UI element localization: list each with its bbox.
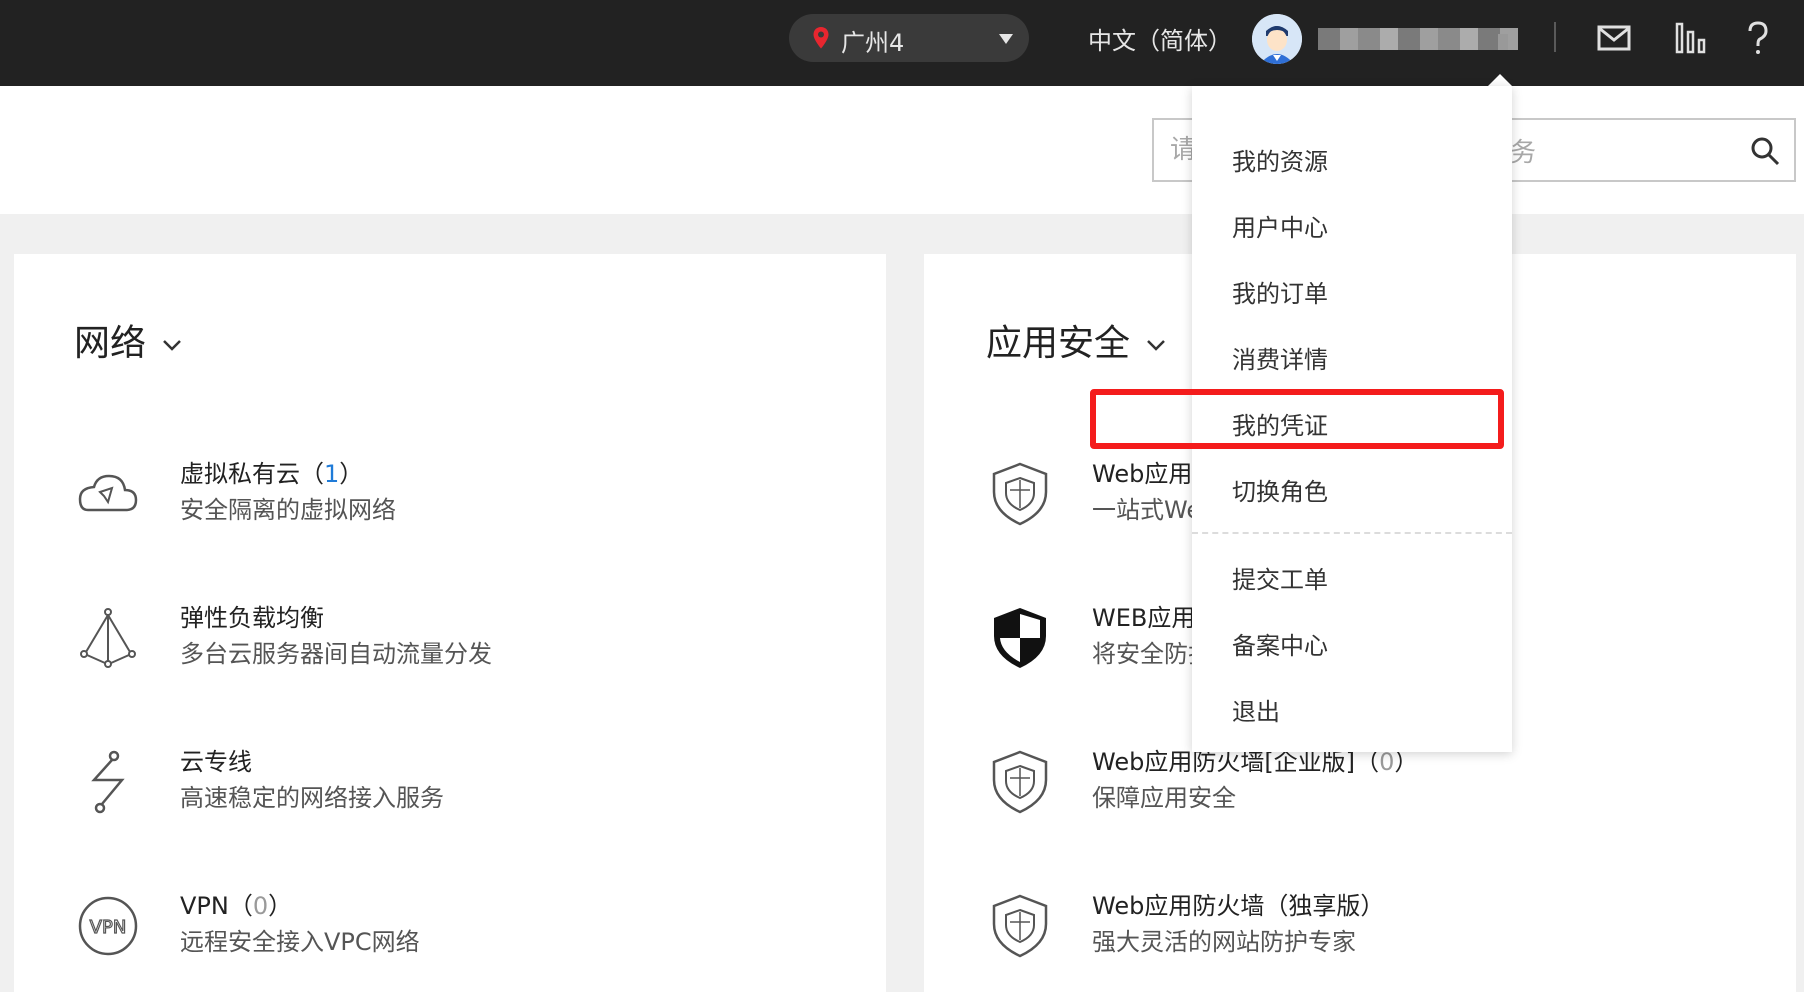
service-desc: 保障应用安全 bbox=[1092, 784, 1236, 812]
shield-icon bbox=[992, 462, 1048, 526]
panel-title-app-security[interactable]: 应用安全 bbox=[986, 314, 1168, 366]
menu-item-logout[interactable]: 退出 bbox=[1232, 692, 1280, 727]
menu-item-icp-filing[interactable]: 备案中心 bbox=[1232, 626, 1328, 661]
service-count: 0 bbox=[252, 892, 269, 920]
search-icon[interactable] bbox=[1750, 136, 1780, 166]
avatar[interactable] bbox=[1252, 14, 1302, 64]
chevron-down-icon bbox=[163, 340, 181, 351]
username-redacted[interactable] bbox=[1318, 28, 1518, 50]
service-name: VPN bbox=[180, 892, 229, 920]
panel-title-network[interactable]: 网络 bbox=[74, 314, 184, 366]
menu-item-user-center[interactable]: 用户中心 bbox=[1232, 208, 1328, 243]
topbar-divider bbox=[1554, 22, 1556, 52]
service-name: 虚拟私有云 bbox=[180, 460, 300, 488]
search-placeholder-tail: 务 bbox=[1510, 138, 1537, 168]
shield-filled-icon bbox=[994, 608, 1046, 668]
service-count: 0 bbox=[1379, 748, 1395, 776]
service-direct-connect[interactable]: 云专线 高速稳定的网络接入服务 bbox=[74, 742, 594, 832]
service-desc: 远程安全接入VPC网络 bbox=[180, 928, 420, 956]
svg-text:VPN: VPN bbox=[90, 917, 127, 938]
service-waf-enterprise[interactable]: Web应用防火墙[企业版]（0） 保障应用安全 bbox=[986, 742, 1786, 832]
direct-connect-icon bbox=[91, 750, 125, 814]
shield-icon bbox=[992, 894, 1048, 958]
service-name: Web应用防火墙[企业版] bbox=[1092, 748, 1356, 776]
shield-icon bbox=[992, 750, 1048, 814]
service-name: Web应用 bbox=[1092, 460, 1193, 488]
menu-item-submit-ticket[interactable]: 提交工单 bbox=[1232, 560, 1328, 595]
menu-item-my-resources[interactable]: 我的资源 bbox=[1232, 142, 1328, 177]
region-name: 广州4 bbox=[841, 29, 905, 57]
service-name: WEB应用 bbox=[1092, 604, 1196, 632]
load-balancer-icon bbox=[80, 608, 136, 668]
service-vpn[interactable]: VPN VPN（0） 远程安全接入VPC网络 bbox=[74, 886, 594, 976]
service-waf-dedicated[interactable]: Web应用防火墙（独享版） 强大灵活的网站防护专家 bbox=[986, 886, 1786, 976]
menu-divider bbox=[1192, 532, 1512, 534]
service-desc: 多台云服务器间自动流量分发 bbox=[180, 640, 492, 668]
menu-item-switch-role[interactable]: 切换角色 bbox=[1232, 472, 1328, 507]
service-name: 云专线 bbox=[180, 748, 252, 776]
menu-item-my-orders[interactable]: 我的订单 bbox=[1232, 274, 1328, 309]
service-desc: 高速稳定的网络接入服务 bbox=[180, 784, 444, 812]
bar-chart-icon[interactable] bbox=[1674, 20, 1710, 56]
service-desc: 强大灵活的网站防护专家 bbox=[1092, 928, 1356, 956]
service-desc: 一站式We bbox=[1092, 496, 1202, 524]
service-name: Web应用防火墙（独享版） bbox=[1092, 892, 1385, 920]
location-pin-icon bbox=[813, 27, 829, 49]
service-vpc[interactable]: 虚拟私有云（1） 安全隔离的虚拟网络 bbox=[74, 454, 594, 544]
region-selector[interactable]: 广州4 bbox=[789, 14, 1029, 62]
help-question-icon[interactable] bbox=[1740, 20, 1776, 56]
vpn-icon: VPN bbox=[78, 896, 138, 956]
network-panel: 网络 虚拟私有云（1） 安全隔离的虚拟网络 弹性负载均衡 多台云服务器间自动流量… bbox=[14, 254, 886, 992]
username-redacted-tail bbox=[1498, 34, 1508, 50]
menu-item-billing-details[interactable]: 消费详情 bbox=[1232, 340, 1328, 375]
dropdown-arrow bbox=[1488, 74, 1512, 86]
chevron-down-icon bbox=[1147, 340, 1165, 351]
language-selector[interactable]: 中文（简体） bbox=[1088, 21, 1232, 56]
cloud-icon bbox=[78, 474, 138, 512]
user-avatar-icon bbox=[1252, 14, 1302, 64]
service-name: 弹性负载均衡 bbox=[180, 604, 324, 632]
highlight-box bbox=[1090, 389, 1504, 449]
chevron-down-icon bbox=[999, 34, 1013, 44]
service-elb[interactable]: 弹性负载均衡 多台云服务器间自动流量分发 bbox=[74, 598, 594, 688]
mail-icon[interactable] bbox=[1596, 20, 1632, 56]
service-desc: 安全隔离的虚拟网络 bbox=[180, 496, 396, 524]
service-count: 1 bbox=[324, 460, 340, 488]
